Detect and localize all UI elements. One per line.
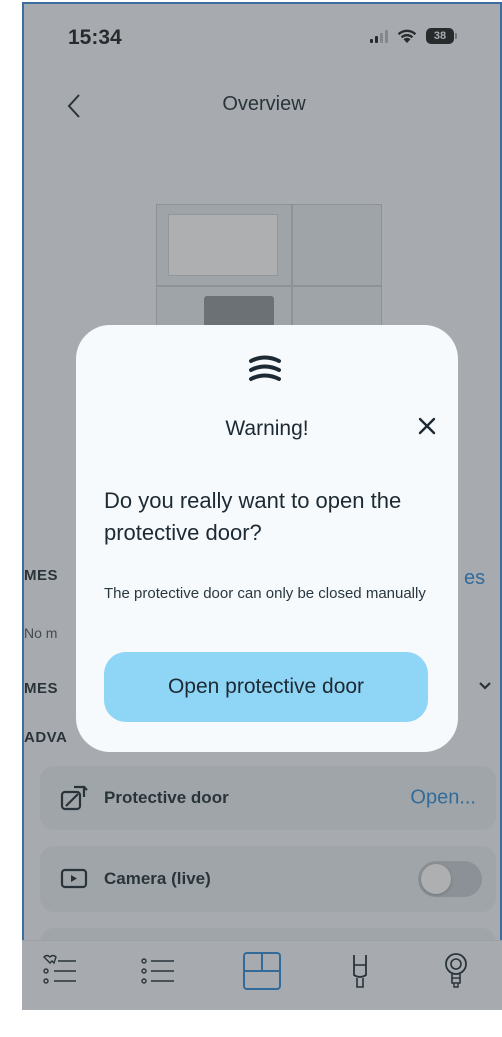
open-protective-door-button[interactable]: Open protective door (104, 652, 428, 722)
dialog-note: The protective door can only be closed m… (104, 585, 426, 602)
brand-logo-icon (249, 355, 281, 381)
close-icon[interactable] (416, 415, 438, 437)
warning-dialog: Warning! Do you really want to open the … (76, 325, 458, 752)
dialog-question: Do you really want to open the protectiv… (104, 488, 402, 545)
screen-bottom-margin (0, 1010, 502, 1037)
dialog-title: Warning! (225, 417, 309, 440)
